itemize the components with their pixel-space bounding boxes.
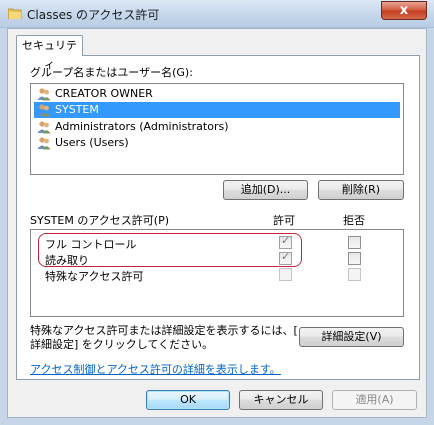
folder-icon xyxy=(8,8,22,19)
list-item-user[interactable]: Users (Users) xyxy=(34,135,400,151)
hint-line-2: 詳細設定] をクリックしてください。 xyxy=(30,338,214,351)
tab-security[interactable]: セキュリティ xyxy=(16,35,83,71)
advanced-settings-hint: 特殊なアクセス許可または詳細設定を表示するには、[ 詳細設定] をクリックしてく… xyxy=(30,324,298,352)
user-name: Users (Users) xyxy=(55,136,129,149)
advanced-button[interactable]: 詳細設定(V) xyxy=(299,327,404,347)
allow-column-header: 許可 xyxy=(273,214,295,227)
list-item-user[interactable]: CREATOR OWNER xyxy=(34,86,400,102)
user-name: Administrators (Administrators) xyxy=(55,120,229,133)
cancel-button[interactable]: キャンセル xyxy=(239,390,323,410)
deny-column-header: 拒否 xyxy=(343,214,365,227)
close-button[interactable]: x xyxy=(381,1,427,20)
user-group-icon xyxy=(37,104,51,117)
help-link[interactable]: アクセス制御とアクセス許可の詳細を表示します。 xyxy=(30,361,281,377)
user-name: CREATOR OWNER xyxy=(55,87,153,100)
user-name: SYSTEM xyxy=(55,103,99,116)
deny-checkbox xyxy=(348,268,361,281)
remove-button[interactable]: 削除(R) xyxy=(318,180,404,200)
deny-checkbox[interactable] xyxy=(348,252,361,265)
hint-line-1: 特殊なアクセス許可または詳細設定を表示するには、[ xyxy=(30,324,298,337)
permission-row: 特殊なアクセス許可 xyxy=(31,267,403,283)
close-icon: x xyxy=(399,3,409,18)
permission-name: 特殊なアクセス許可 xyxy=(45,270,144,283)
user-group-icon xyxy=(37,88,51,101)
allow-checkbox xyxy=(279,268,292,281)
list-item-user-selected[interactable]: SYSTEM xyxy=(34,102,400,118)
permissions-header: SYSTEM のアクセス許可(P) xyxy=(30,214,170,227)
deny-checkbox[interactable] xyxy=(348,236,361,249)
user-group-icon xyxy=(37,137,51,150)
list-item-user[interactable]: Administrators (Administrators) xyxy=(34,119,400,135)
window-title: Classes のアクセス許可 xyxy=(27,8,160,22)
users-list[interactable]: CREATOR OWNER SYSTEM Administrators (Adm… xyxy=(30,83,404,175)
add-button[interactable]: 追加(D)... xyxy=(223,180,308,200)
ok-button[interactable]: OK xyxy=(146,390,230,410)
user-group-icon xyxy=(37,121,51,134)
apply-button: 適用(A) xyxy=(332,390,417,410)
highlight-annotation xyxy=(38,233,302,267)
